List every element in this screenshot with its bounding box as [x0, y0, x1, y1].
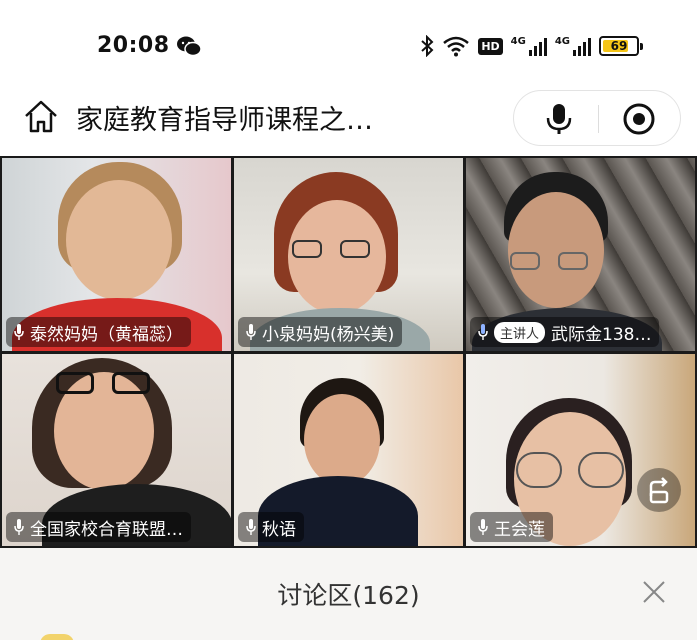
battery-icon: 69 [599, 36, 643, 56]
page-title: 家庭教育指导师课程之… [76, 105, 373, 136]
wechat-icon [177, 36, 202, 57]
participant-tile-host[interactable]: 主讲人 武际金138… [466, 158, 695, 351]
signal-icon-2: 4G [555, 36, 591, 56]
discussion-panel: 讨论区(162) [0, 548, 697, 640]
status-icons: HD 4G 4G 69 [420, 33, 643, 59]
close-icon[interactable] [640, 578, 668, 606]
capsule-divider [598, 105, 599, 133]
discussion-title: 讨论区(162) [277, 581, 420, 610]
participant-namebar: 王会莲 [470, 512, 553, 542]
status-bar: 20:08 HD 4G 4G 69 [0, 0, 697, 90]
participant-namebar: 秋语 [238, 512, 304, 542]
participant-namebar: 泰然妈妈（黄福蕊） [6, 317, 191, 347]
microphone-icon [478, 324, 488, 340]
mini-program-capsule [513, 90, 681, 146]
hd-badge: HD [478, 37, 503, 55]
microphone-icon [246, 519, 256, 535]
home-icon[interactable] [22, 98, 60, 136]
microphone-icon [478, 519, 488, 535]
participant-name: 秋语 [262, 519, 296, 540]
bluetooth-icon [421, 35, 434, 57]
status-time: 20:08 [97, 33, 170, 58]
host-badge: 主讲人 [494, 321, 546, 343]
battery-level: 69 [610, 39, 628, 53]
participant-tile[interactable]: 小泉妈妈(杨兴美) [234, 158, 463, 351]
participant-tile[interactable]: 秋语 [234, 354, 463, 546]
avatar [40, 634, 74, 640]
participant-name: 王会莲 [494, 519, 545, 540]
participant-name: 武际金138… [551, 324, 652, 345]
participant-name: 全国家校合育联盟… [30, 519, 183, 540]
microphone-icon [246, 324, 256, 340]
signal-icon: 4G [511, 36, 547, 56]
participant-namebar: 小泉妈妈(杨兴美) [238, 317, 403, 347]
participant-name: 泰然妈妈（黄福蕊） [30, 324, 183, 345]
participant-tile[interactable]: 泰然妈妈（黄福蕊） [2, 158, 231, 351]
title-bar: 家庭教育指导师课程之… [0, 90, 697, 152]
participant-namebar: 全国家校合育联盟… [6, 512, 191, 542]
wifi-icon [443, 36, 470, 57]
participant-namebar: 主讲人 武际金138… [470, 317, 660, 347]
record-icon[interactable] [622, 102, 656, 136]
microphone-icon [14, 324, 24, 340]
participant-tile[interactable]: 王会莲 [466, 354, 695, 546]
participant-tile[interactable]: 全国家校合育联盟… [2, 354, 231, 546]
participant-name: 小泉妈妈(杨兴美) [262, 324, 395, 345]
microphone-icon [14, 519, 24, 535]
video-grid: 泰然妈妈（黄福蕊） 小泉妈妈(杨兴美) 主讲人 武际金138… 全国家校合育联盟… [0, 156, 697, 548]
microphone-icon[interactable] [544, 103, 574, 135]
switch-camera-icon[interactable] [637, 468, 681, 512]
